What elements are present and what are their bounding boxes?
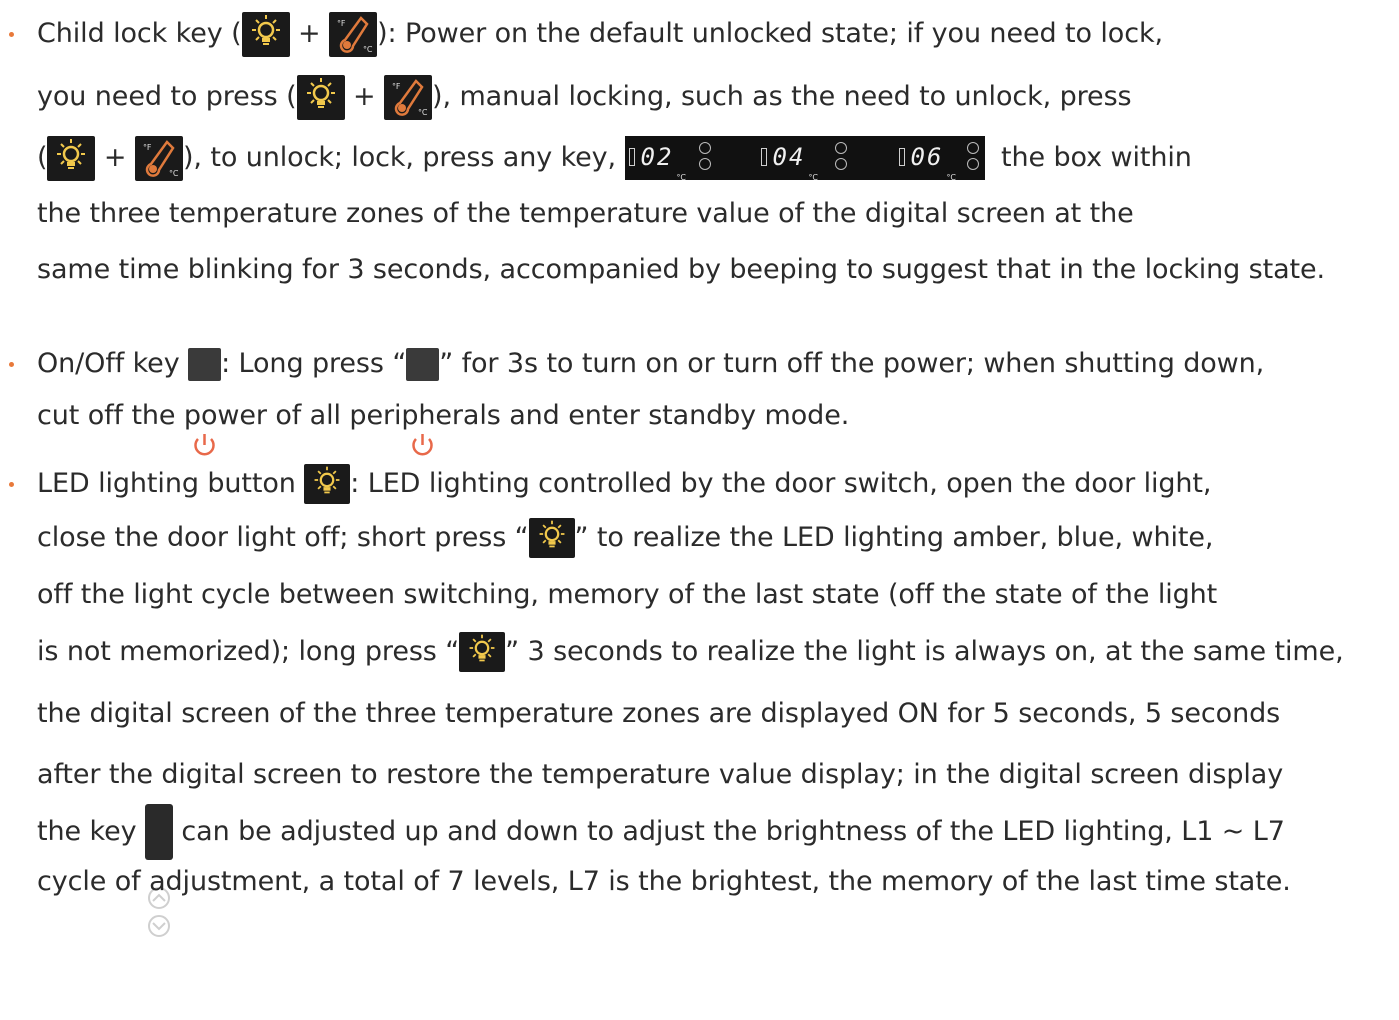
text: cut off the power of all peripherals and… [37, 400, 850, 431]
up-arrow-icon [834, 142, 847, 154]
led-line-7: the key can be adjusted up and down to a… [37, 804, 1285, 937]
text: after the digital screen to restore the … [37, 759, 1284, 790]
child-lock-line-3: ( + ), to unlock; lock, press any key, 0… [37, 135, 1192, 182]
text: ): Power on the default unlocked state; … [377, 18, 1163, 49]
text: : Long press “ [221, 348, 407, 379]
text: cycle of adjustment, a total of 7 levels… [37, 866, 1291, 897]
text: + [344, 81, 385, 112]
text: : LED lighting controlled by the door sw… [350, 468, 1212, 499]
led-line-2: close the door light off; short press “ … [37, 518, 1213, 558]
zone-indicator-icon [760, 148, 767, 166]
text: + [95, 142, 135, 173]
text: ” for 3s to turn on or turn off the powe… [439, 348, 1265, 379]
zone-1-temperature: 02 [640, 143, 674, 171]
thermometer-icon [384, 74, 433, 120]
zone-3-temperature: 06 [910, 143, 944, 171]
text: the three temperature zones of the tempe… [37, 198, 1134, 229]
zone-indicator-icon [898, 148, 905, 166]
up-arrow-icon [698, 142, 711, 154]
up-arrow-icon [966, 142, 979, 154]
text: ), manual locking, such as the need to u… [432, 81, 1132, 112]
child-lock-line-4: the three temperature zones of the tempe… [37, 194, 1134, 234]
bullet-child-lock [9, 32, 14, 37]
text: close the door light off; short press “ [37, 522, 529, 553]
child-lock-line-5: same time blinking for 3 seconds, accomp… [37, 250, 1325, 290]
text: same time blinking for 3 seconds, accomp… [37, 254, 1326, 285]
bullet-onoff [9, 362, 14, 367]
led-line-4: is not memorized); long press “ ” 3 seco… [37, 632, 1344, 672]
thermometer-icon [134, 135, 183, 181]
lightbulb-icon [304, 464, 351, 504]
led-line-6: after the digital screen to restore the … [37, 755, 1283, 795]
text: LED lighting button [37, 468, 305, 499]
text: ” 3 seconds to realize the light is alwa… [505, 636, 1344, 667]
up-down-arrow-icon [144, 804, 173, 937]
text: the digital screen of the three temperat… [37, 698, 1281, 729]
child-lock-line-1: Child lock key ( + ): Power on the defau… [37, 11, 1163, 57]
thermometer-icon [329, 11, 378, 57]
led-line-1: LED lighting button : LED lighting contr… [37, 464, 1212, 504]
text: ), to unlock; lock, press any key, [182, 142, 625, 173]
text: + [289, 18, 330, 49]
text: the key [37, 816, 145, 847]
bullet-led [9, 482, 14, 487]
child-lock-line-2: you need to press ( + ), manual locking,… [37, 74, 1132, 120]
lightbulb-icon [459, 632, 506, 672]
down-arrow-icon [698, 158, 711, 170]
text: you need to press ( [37, 81, 297, 112]
unit-label: °C [808, 173, 818, 182]
led-line-3: off the light cycle between switching, m… [37, 575, 1217, 615]
zone-indicator-icon [628, 148, 635, 166]
power-icon [188, 347, 222, 455]
unit-label: °C [946, 173, 956, 182]
onoff-line-2: cut off the power of all peripherals and… [37, 396, 849, 436]
lightbulb-icon [47, 135, 96, 181]
down-arrow-icon [966, 158, 979, 170]
led-line-8: cycle of adjustment, a total of 7 levels… [37, 862, 1291, 902]
onoff-line-1: On/Off key : Long press “ ” for 3s to tu… [37, 344, 1265, 455]
lightbulb-icon [296, 74, 345, 120]
temperature-display-panel: 02 °C 04 °C 06 °C [624, 136, 985, 182]
text: Child lock key ( [37, 18, 242, 49]
power-icon [406, 347, 440, 455]
down-arrow-icon [834, 158, 847, 170]
text: is not memorized); long press “ [37, 636, 460, 667]
zone-2-temperature: 04 [772, 143, 806, 171]
text: off the light cycle between switching, m… [37, 579, 1218, 610]
led-line-5: the digital screen of the three temperat… [37, 694, 1280, 734]
unit-label: °C [676, 173, 686, 182]
text: ” to realize the LED lighting amber, blu… [574, 522, 1214, 553]
lightbulb-icon [241, 11, 290, 57]
text: ( [37, 142, 48, 173]
text: the box within [992, 142, 1192, 173]
lightbulb-icon [528, 518, 575, 558]
text: can be adjusted up and down to adjust th… [172, 816, 1285, 847]
text: On/Off key [37, 348, 189, 379]
